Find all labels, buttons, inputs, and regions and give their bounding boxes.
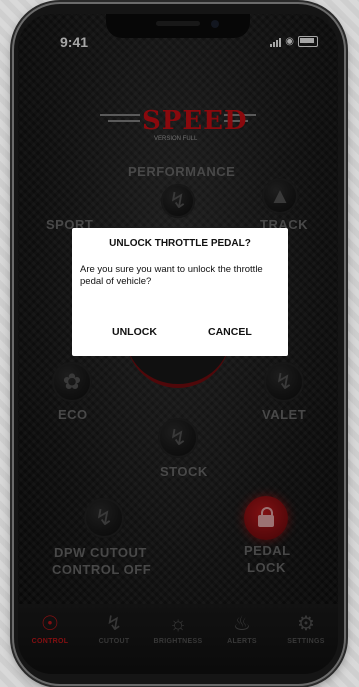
unlock-dialog: UNLOCK THROTTLE PEDAL? Are you sure you … bbox=[72, 228, 288, 356]
cancel-button[interactable]: CANCEL bbox=[208, 326, 252, 338]
dialog-title: UNLOCK THROTTLE PEDAL? bbox=[109, 238, 251, 249]
app-screen: 9:41 ◉ SPEED VERSION FULL PERFORMANCE ↯ … bbox=[18, 14, 338, 674]
dialog-message: Are you sure you want to unlock the thro… bbox=[80, 264, 263, 287]
unlock-button[interactable]: UNLOCK bbox=[112, 326, 157, 338]
